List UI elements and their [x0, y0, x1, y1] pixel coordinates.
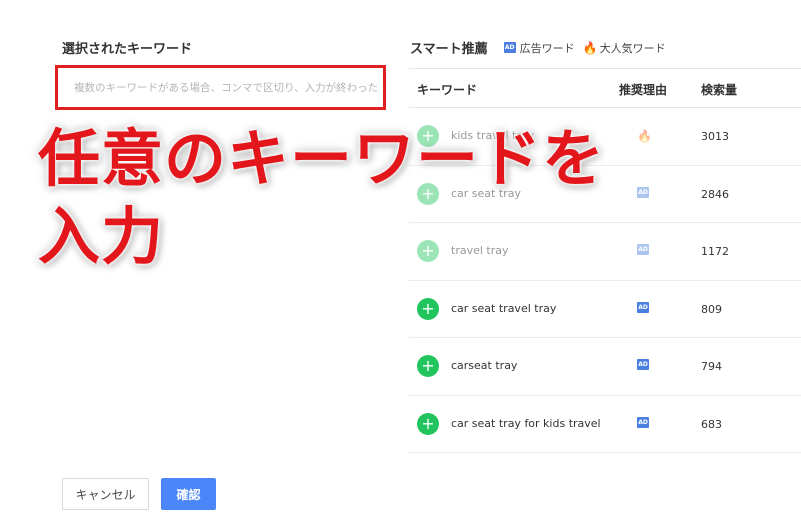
- table-header: キーワード 推奨理由 検索量: [409, 68, 801, 108]
- ad-badge-icon: AD: [637, 416, 649, 428]
- row-keyword: car seat tray for kids travel: [451, 416, 601, 430]
- overlay-line-1: 任意のキーワードを: [38, 122, 606, 195]
- overlay-caption: 任意のキーワードを 入力: [38, 120, 605, 276]
- smart-recommend-title: スマート推薦: [410, 42, 488, 57]
- add-keyword-icon[interactable]: +: [417, 297, 439, 320]
- add-keyword-icon[interactable]: +: [417, 355, 439, 377]
- ad-badge-icon: AD: [637, 301, 649, 313]
- overlay-line-2: 入力: [38, 200, 165, 273]
- header-reason: 推奨理由: [619, 83, 668, 97]
- keyword-input[interactable]: [58, 68, 383, 107]
- row-keyword: car seat travel tray: [451, 301, 557, 315]
- ad-badge-icon: AD: [637, 244, 649, 255]
- row-search-volume: 794: [701, 360, 722, 373]
- add-keyword-icon[interactable]: +: [417, 412, 439, 435]
- header-keyword: キーワード: [417, 83, 478, 97]
- legend-ad-label: 広告ワード: [519, 41, 575, 55]
- row-search-volume: 2846: [701, 187, 729, 201]
- row-keyword: carseat tray: [451, 359, 518, 372]
- header-volume: 検索量: [701, 83, 738, 97]
- ad-badge-icon: AD: [637, 186, 649, 198]
- row-search-volume: 809: [701, 302, 722, 316]
- table-row: + carseat tray AD 794: [409, 338, 801, 396]
- smart-recommend-header: スマート推薦 AD 広告ワード 🔥 大人気ワード: [410, 38, 666, 58]
- table-row: + car seat tray for kids travel AD 683: [409, 396, 801, 453]
- row-search-volume: 1172: [701, 245, 729, 258]
- table-row: + car seat travel tray AD 809: [409, 281, 801, 338]
- row-search-volume: 3013: [701, 130, 729, 143]
- legend-hot-label: 大人気ワード: [599, 41, 666, 55]
- row-search-volume: 683: [701, 417, 722, 431]
- selected-keywords-title: 選択されたキーワード: [62, 42, 193, 57]
- fire-icon: 🔥: [637, 129, 652, 143]
- ad-badge-icon: AD: [503, 42, 516, 53]
- confirm-button[interactable]: 確認: [161, 478, 216, 510]
- fire-icon: 🔥: [582, 40, 598, 55]
- ad-badge-icon: AD: [637, 359, 649, 370]
- keyword-input-box: [55, 65, 386, 110]
- cancel-button[interactable]: キャンセル: [62, 478, 149, 510]
